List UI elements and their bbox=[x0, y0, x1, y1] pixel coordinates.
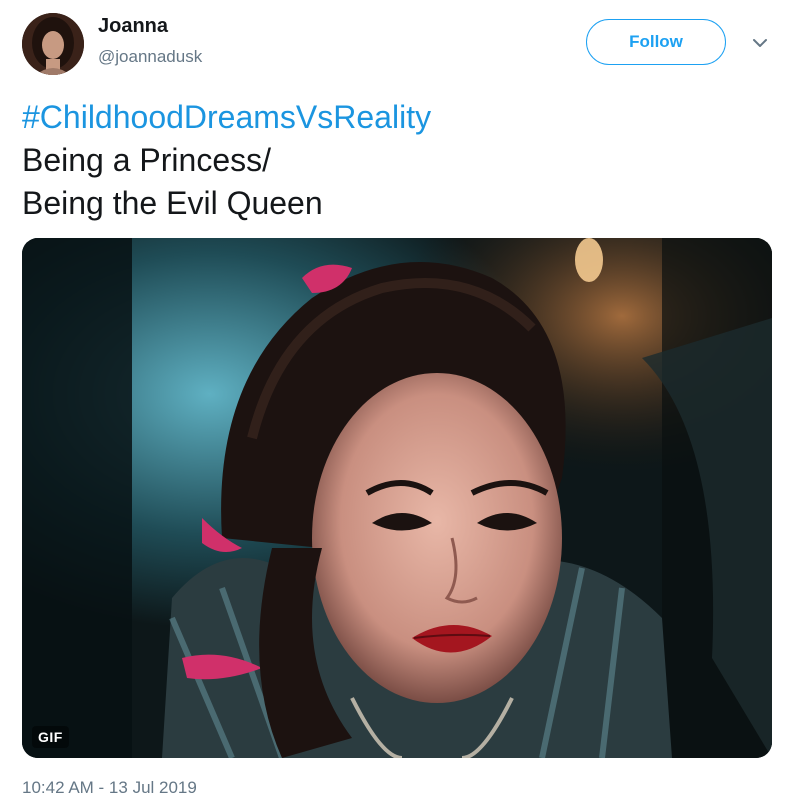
avatar-image bbox=[22, 13, 84, 75]
display-name[interactable]: Joanna bbox=[98, 15, 168, 38]
follow-button[interactable]: Follow bbox=[586, 19, 726, 65]
tweet-text: #ChildhoodDreamsVsReality Being a Prince… bbox=[22, 96, 772, 225]
tweet-line-2: Being the Evil Queen bbox=[22, 185, 323, 221]
user-handle[interactable]: @joannadusk bbox=[98, 47, 202, 67]
gif-image bbox=[22, 238, 772, 758]
chevron-down-icon[interactable] bbox=[749, 32, 771, 54]
hashtag-link[interactable]: #ChildhoodDreamsVsReality bbox=[22, 96, 772, 139]
avatar[interactable] bbox=[22, 13, 84, 75]
tweet-line-1: Being a Princess/ bbox=[22, 142, 272, 178]
tweet-timestamp[interactable]: 10:42 AM - 13 Jul 2019 bbox=[22, 778, 197, 798]
gif-media[interactable]: GIF bbox=[22, 238, 772, 758]
gif-badge: GIF bbox=[32, 726, 69, 748]
tweet-card: Joanna @joannadusk Follow #ChildhoodDrea… bbox=[0, 0, 800, 808]
